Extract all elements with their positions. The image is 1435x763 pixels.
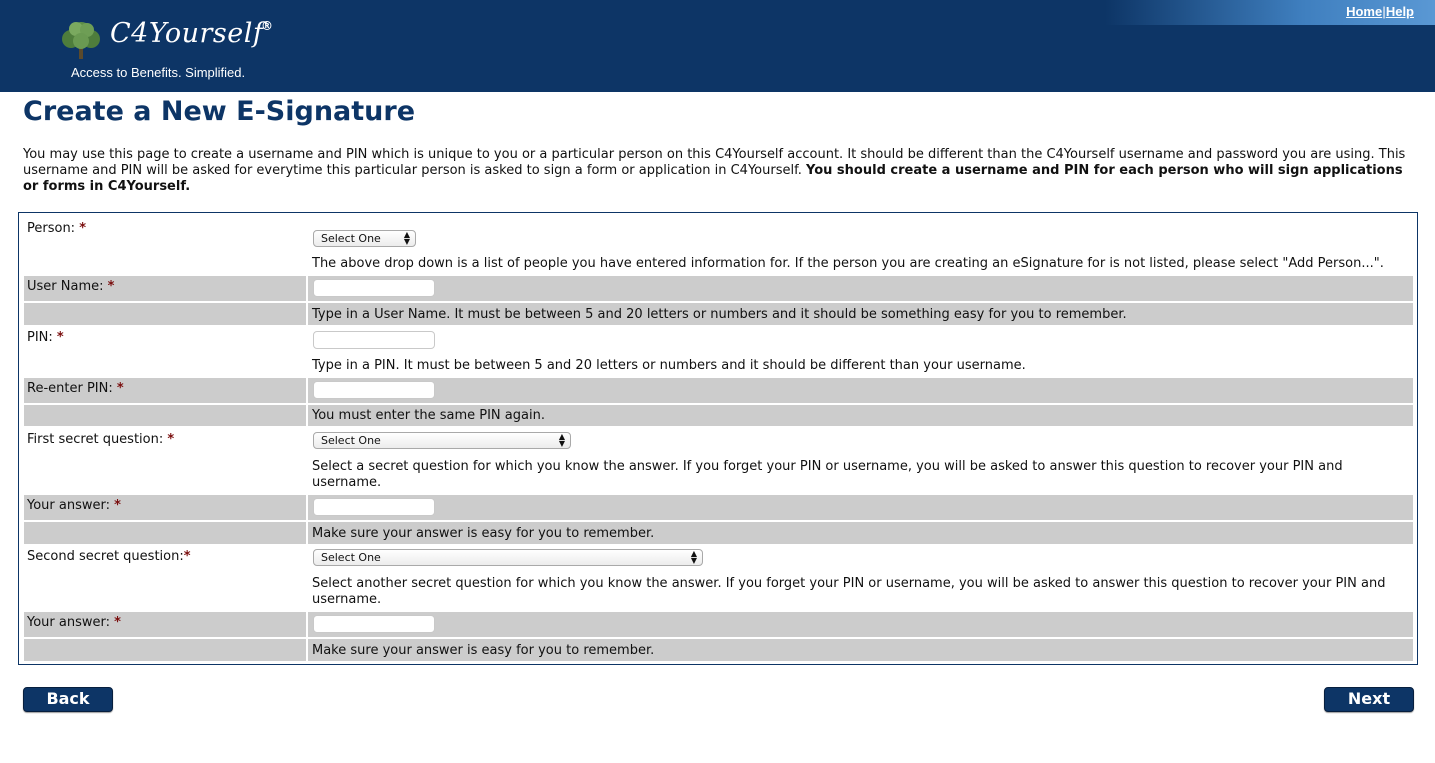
empty-label-cell (24, 639, 306, 661)
username-control-cell (308, 276, 1413, 301)
row-person: Person: * Select One ▲ ▼ The above drop d… (24, 218, 1413, 276)
person-label: Person: * (24, 218, 306, 276)
first-answer-label-text: Your answer: (27, 498, 115, 513)
registered-mark: ® (261, 19, 273, 33)
reenter-pin-help-cell: You must enter the same PIN again. (308, 405, 1413, 426)
reenter-pin-label: Re-enter PIN: * (24, 378, 306, 403)
home-link[interactable]: Home (1346, 4, 1382, 19)
first-answer-label: Your answer: * (24, 495, 306, 520)
second-answer-input[interactable] (313, 615, 435, 633)
pin-label-text: PIN: (27, 330, 57, 345)
required-marker: * (114, 615, 121, 630)
first-question-help-text: Select a secret question for which you k… (312, 459, 1343, 490)
second-question-select[interactable]: Select One ▲ ▼ (313, 549, 703, 566)
person-help-text: The above drop down is a list of people … (312, 256, 1384, 271)
person-select-value: Select One (321, 232, 381, 245)
first-question-select[interactable]: Select One ▲ ▼ (313, 432, 571, 449)
first-question-label-text: First secret question: (27, 432, 168, 447)
row-first-answer: Your answer: * (24, 495, 1413, 520)
username-label-text: User Name: (27, 279, 108, 294)
second-question-help-text: Select another secret question for which… (312, 576, 1386, 607)
username-label: User Name: * (24, 276, 306, 301)
reenter-pin-input[interactable] (313, 381, 435, 399)
required-marker: * (79, 221, 87, 236)
second-question-control-cell: Select One ▲ ▼ Select another secret ques… (308, 546, 1413, 610)
empty-label-cell (24, 303, 306, 325)
first-answer-input[interactable] (313, 498, 435, 516)
row-first-answer-help: Make sure your answer is easy for you to… (24, 522, 1413, 544)
second-answer-label: Your answer: * (24, 612, 306, 637)
second-answer-control-cell (308, 612, 1413, 637)
esignature-form: Person: * Select One ▲ ▼ The above drop d… (18, 212, 1418, 665)
username-input[interactable] (313, 279, 435, 297)
person-control-cell: Select One ▲ ▼ The above drop down is a l… (308, 218, 1413, 276)
reenter-pin-label-text: Re-enter PIN: (27, 381, 117, 396)
person-select[interactable]: Select One ▲ ▼ (313, 230, 416, 247)
top-nav-links: Home|Help (1346, 4, 1414, 19)
reenter-pin-help-text: You must enter the same PIN again. (312, 408, 545, 423)
second-answer-label-text: Your answer: (27, 615, 115, 630)
row-reenter-pin: Re-enter PIN: * (24, 378, 1413, 403)
row-pin: PIN: * Type in a PIN. It must be between… (24, 327, 1413, 375)
pin-label: PIN: * (24, 327, 306, 375)
row-second-answer: Your answer: * (24, 612, 1413, 637)
first-question-label: First secret question: * (24, 429, 306, 493)
second-answer-help-text: Make sure your answer is easy for you to… (312, 643, 655, 658)
row-first-question: First secret question: * Select One ▲ ▼ S… (24, 429, 1413, 493)
reenter-pin-control-cell (308, 378, 1413, 403)
username-help-text: Type in a User Name. It must be between … (312, 307, 1127, 322)
required-marker: * (183, 549, 191, 564)
pin-control-cell: Type in a PIN. It must be between 5 and … (308, 327, 1413, 375)
first-answer-help-text: Make sure your answer is easy for you to… (312, 526, 655, 541)
back-button[interactable]: Back (23, 687, 113, 712)
first-answer-control-cell (308, 495, 1413, 520)
row-username-help: Type in a User Name. It must be between … (24, 303, 1413, 325)
select-arrows-icon: ▲ ▼ (403, 230, 410, 246)
tree-logo-icon (62, 22, 100, 59)
row-second-question: Second secret question:* Select One ▲ ▼ S… (24, 546, 1413, 610)
username-help-cell: Type in a User Name. It must be between … (308, 303, 1413, 325)
row-reenter-pin-help: You must enter the same PIN again. (24, 405, 1413, 426)
required-marker: * (107, 279, 115, 294)
page-title: Create a New E-Signature (23, 96, 416, 127)
required-marker: * (114, 498, 121, 513)
pin-help-text: Type in a PIN. It must be between 5 and … (312, 358, 1026, 373)
logo-wordmark: C4Yourself (110, 18, 264, 49)
select-arrows-icon: ▲ ▼ (690, 549, 697, 565)
second-question-label-text: Second secret question: (27, 549, 184, 564)
logo-tagline: Access to Benefits. Simplified. (71, 65, 246, 80)
required-marker: * (167, 432, 175, 447)
first-question-control-cell: Select One ▲ ▼ Select a secret question f… (308, 429, 1413, 493)
row-username: User Name: * (24, 276, 1413, 301)
empty-label-cell (24, 405, 306, 426)
first-question-select-value: Select One (321, 434, 381, 447)
help-link[interactable]: Help (1386, 4, 1414, 19)
empty-label-cell (24, 522, 306, 544)
required-marker: * (116, 381, 124, 396)
second-question-select-value: Select One (321, 551, 381, 564)
pin-input[interactable] (313, 331, 435, 349)
next-button[interactable]: Next (1324, 687, 1414, 712)
select-arrows-icon: ▲ ▼ (558, 432, 565, 448)
first-answer-help-cell: Make sure your answer is easy for you to… (308, 522, 1413, 544)
second-answer-help-cell: Make sure your answer is easy for you to… (308, 639, 1413, 661)
intro-paragraph: You may use this page to create a userna… (23, 147, 1418, 195)
site-header: C4Yourself ® Access to Benefits. Simplif… (0, 0, 1435, 92)
second-question-label: Second secret question:* (24, 546, 306, 610)
row-second-answer-help: Make sure your answer is easy for you to… (24, 639, 1413, 661)
person-label-text: Person: (27, 221, 80, 236)
required-marker: * (56, 330, 64, 345)
